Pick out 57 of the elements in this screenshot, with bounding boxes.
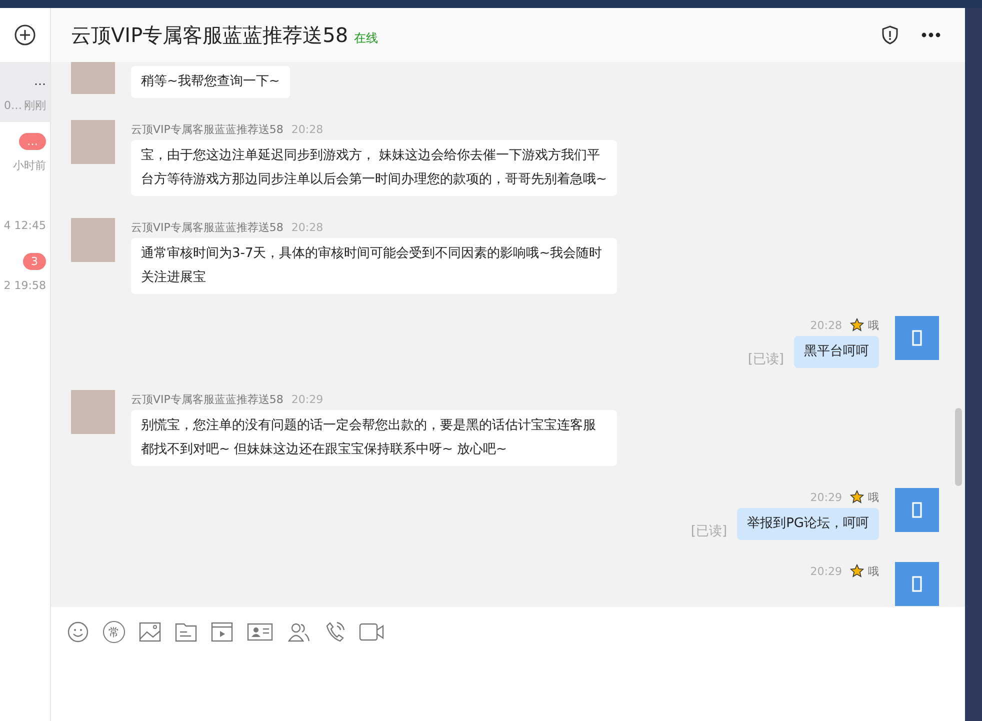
message-bubble: 通常审核时间为3-7天，具体的审核时间可能会受到不同因素的影响哦~我会随时关注进展宝 — [131, 238, 617, 294]
message-bubble: 宝，由于您这边注单延迟同步到游戏方， 妹妹这边会给你去催一下游戏方我们平台方等待游戏方那边同步注单以后会第一时间办理您的款项的，哥哥先别着急哦~ — [131, 140, 617, 196]
scrollbar-thumb[interactable] — [955, 408, 962, 486]
more-icon[interactable] — [921, 32, 941, 38]
star-icon — [850, 318, 864, 332]
message-bubble: 别慌宝，您注单的没有问题的话一定会帮您出款的，要是黑的话估计宝宝连客服都找不到对吧~ 但妹妹这边还在跟宝宝保持联系中呀~ 放心吧~ — [131, 410, 617, 466]
sender-name: 哦 — [868, 564, 879, 578]
placeholder-glyph-icon — [912, 330, 922, 346]
conversation-time: 小时前 — [13, 158, 46, 172]
emoji-icon[interactable] — [67, 621, 89, 643]
shield-icon[interactable] — [881, 25, 899, 45]
online-status: 在线 — [354, 30, 378, 46]
message-time: 20:29 — [810, 490, 842, 504]
star-icon — [850, 564, 864, 578]
conversation-item[interactable]: … 0… 刚刚 — [0, 62, 50, 122]
video-camera-icon[interactable] — [359, 623, 385, 641]
message-time: 20:28 — [810, 318, 842, 332]
image-icon[interactable] — [139, 622, 161, 642]
unread-count: … — [19, 132, 46, 150]
sender-name: 云顶VIP专属客服蓝蓝推荐送58 — [131, 122, 284, 136]
conversation-name: … — [34, 74, 46, 88]
conversation-item[interactable]: … 小时前 — [0, 122, 50, 182]
avatar-photo-placeholder — [71, 390, 115, 434]
message-preview: 0… — [4, 98, 22, 112]
message-bubble: 黑平台呵呵 — [794, 336, 879, 368]
phone-icon[interactable] — [325, 621, 345, 643]
sender-name: 云顶VIP专属客服蓝蓝推荐送58 — [131, 392, 284, 406]
conversation-time: 4 12:45 — [4, 218, 46, 232]
sender-name: 哦 — [868, 318, 879, 332]
conversation-item[interactable]: 4 12:45 — [0, 182, 50, 242]
avatar-photo-placeholder — [71, 218, 115, 262]
unread-count: 3 — [23, 252, 46, 270]
sender-name: 哦 — [868, 490, 879, 504]
message-bubble: 举报到PG论坛，呵呵 — [737, 508, 879, 540]
message-bubble: 稍等~我帮您查询一下~ — [131, 66, 290, 98]
message-time: 20:29 — [291, 392, 324, 406]
placeholder-glyph-icon — [912, 576, 922, 592]
people-icon[interactable] — [287, 622, 311, 642]
read-receipt: [已读] — [690, 523, 728, 540]
folder-icon[interactable] — [175, 622, 197, 642]
conversation-item[interactable]: 3 2 19:58 — [0, 242, 50, 302]
star-icon — [850, 490, 864, 504]
add-icon[interactable] — [14, 24, 36, 46]
contact-card-icon[interactable] — [247, 623, 273, 641]
conversation-time: 刚刚 — [24, 98, 46, 112]
read-receipt: [已读] — [748, 351, 784, 368]
message-time: 20:28 — [291, 220, 324, 234]
quick-reply-button[interactable]: 常 — [103, 621, 125, 643]
chat-title: 云顶VIP专属客服蓝蓝推荐送58 — [71, 22, 348, 48]
avatar-photo-placeholder — [71, 120, 115, 164]
message-time: 20:29 — [810, 564, 842, 578]
video-icon[interactable] — [211, 622, 233, 642]
avatar-photo-placeholder — [71, 62, 115, 94]
placeholder-glyph-icon — [912, 502, 922, 518]
sender-name: 云顶VIP专属客服蓝蓝推荐送58 — [131, 220, 284, 234]
conversation-time: 2 19:58 — [4, 278, 46, 292]
message-time: 20:28 — [291, 122, 324, 136]
